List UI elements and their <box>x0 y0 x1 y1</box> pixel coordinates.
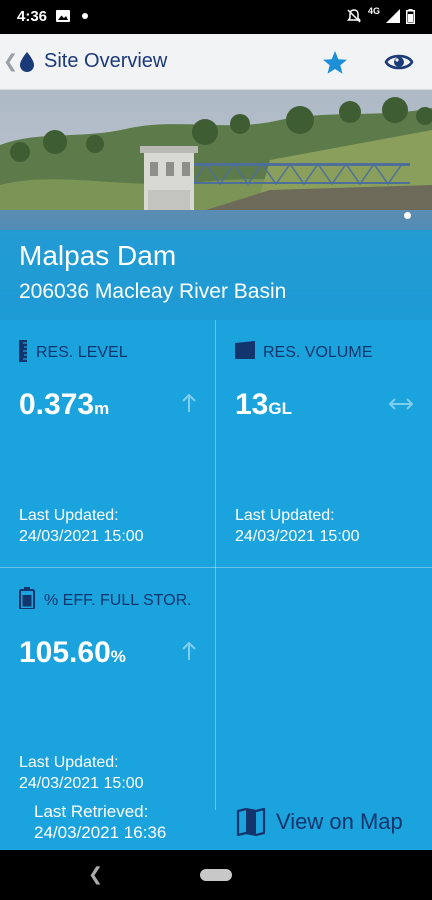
last-retrieved-time: 24/03/2021 16:36 <box>34 823 167 842</box>
signal-icon <box>386 9 400 23</box>
tile-eff-full-storage-label: % EFF. FULL STOR. <box>44 592 192 609</box>
map-icon <box>236 808 266 836</box>
battery-status-icon <box>406 8 415 24</box>
tile-res-level[interactable]: RES. LEVEL 0.373m Last Updated: 24/03/20… <box>0 320 215 567</box>
view-on-map-button[interactable]: View on Map <box>236 806 426 840</box>
tile-res-volume-updated-time: 24/03/2021 15:00 <box>235 528 360 545</box>
favorite-star-icon[interactable] <box>321 49 349 77</box>
last-retrieved-label: Last Retrieved: <box>34 802 149 821</box>
status-time: 4:36 <box>17 8 48 25</box>
watch-eye-icon[interactable] <box>384 50 414 74</box>
image-notification-icon <box>56 10 70 22</box>
ruler-icon <box>19 340 27 362</box>
battery-icon <box>19 587 35 609</box>
trend-steady-arrow-icon <box>388 398 414 410</box>
tile-res-volume[interactable]: RES. VOLUME 13GL Last Updated: 24/03/202… <box>216 320 432 567</box>
tile-eff-full-storage[interactable]: % EFF. FULL STOR. 105.60% Last Updated: … <box>0 568 215 810</box>
back-chevron-icon[interactable]: ❮ <box>3 51 18 71</box>
app-title: Site Overview <box>44 50 168 72</box>
system-nav-bar: ❮ <box>0 850 432 900</box>
tile-res-level-updated-time: 24/03/2021 15:00 <box>19 528 144 545</box>
app-bar: ❮ Site Overview <box>0 34 432 90</box>
tile-eff-full-storage-updated-time: 24/03/2021 15:00 <box>19 775 144 792</box>
tile-res-volume-updated-label: Last Updated: <box>235 507 335 524</box>
trend-up-arrow-icon <box>182 641 196 660</box>
dot-notification-icon <box>82 13 88 19</box>
site-subtitle: 206036 Macleay River Basin <box>19 280 287 303</box>
tile-res-level-updated-label: Last Updated: <box>19 507 119 524</box>
water-drop-icon <box>20 52 34 72</box>
tile-res-level-value: 0.373m <box>19 388 110 421</box>
view-on-map-label: View on Map <box>276 809 403 834</box>
status-bar: 4:36 4G <box>0 0 432 34</box>
nav-home-pill[interactable] <box>200 869 232 881</box>
tile-res-volume-unit: GL <box>268 399 292 418</box>
tile-eff-full-storage-unit: % <box>110 647 126 666</box>
volume-icon <box>235 341 255 359</box>
tile-eff-full-storage-updated-label: Last Updated: <box>19 754 119 771</box>
tile-res-level-unit: m <box>94 399 110 418</box>
site-name: Malpas Dam <box>19 240 177 271</box>
nav-back-icon[interactable]: ❮ <box>88 864 103 885</box>
mute-bell-icon <box>346 9 361 23</box>
tile-res-level-label: RES. LEVEL <box>36 344 128 361</box>
trend-up-arrow-icon <box>182 393 196 412</box>
tile-res-volume-value: 13GL <box>235 388 292 421</box>
carousel-dot[interactable] <box>404 212 411 219</box>
measurement-grid: RES. LEVEL 0.373m Last Updated: 24/03/20… <box>0 320 432 850</box>
tile-eff-full-storage-value: 105.60% <box>19 636 126 669</box>
tile-res-volume-label: RES. VOLUME <box>263 344 373 361</box>
network-type: 4G <box>367 6 380 16</box>
site-hero[interactable]: Malpas Dam 206036 Macleay River Basin <box>0 90 432 320</box>
